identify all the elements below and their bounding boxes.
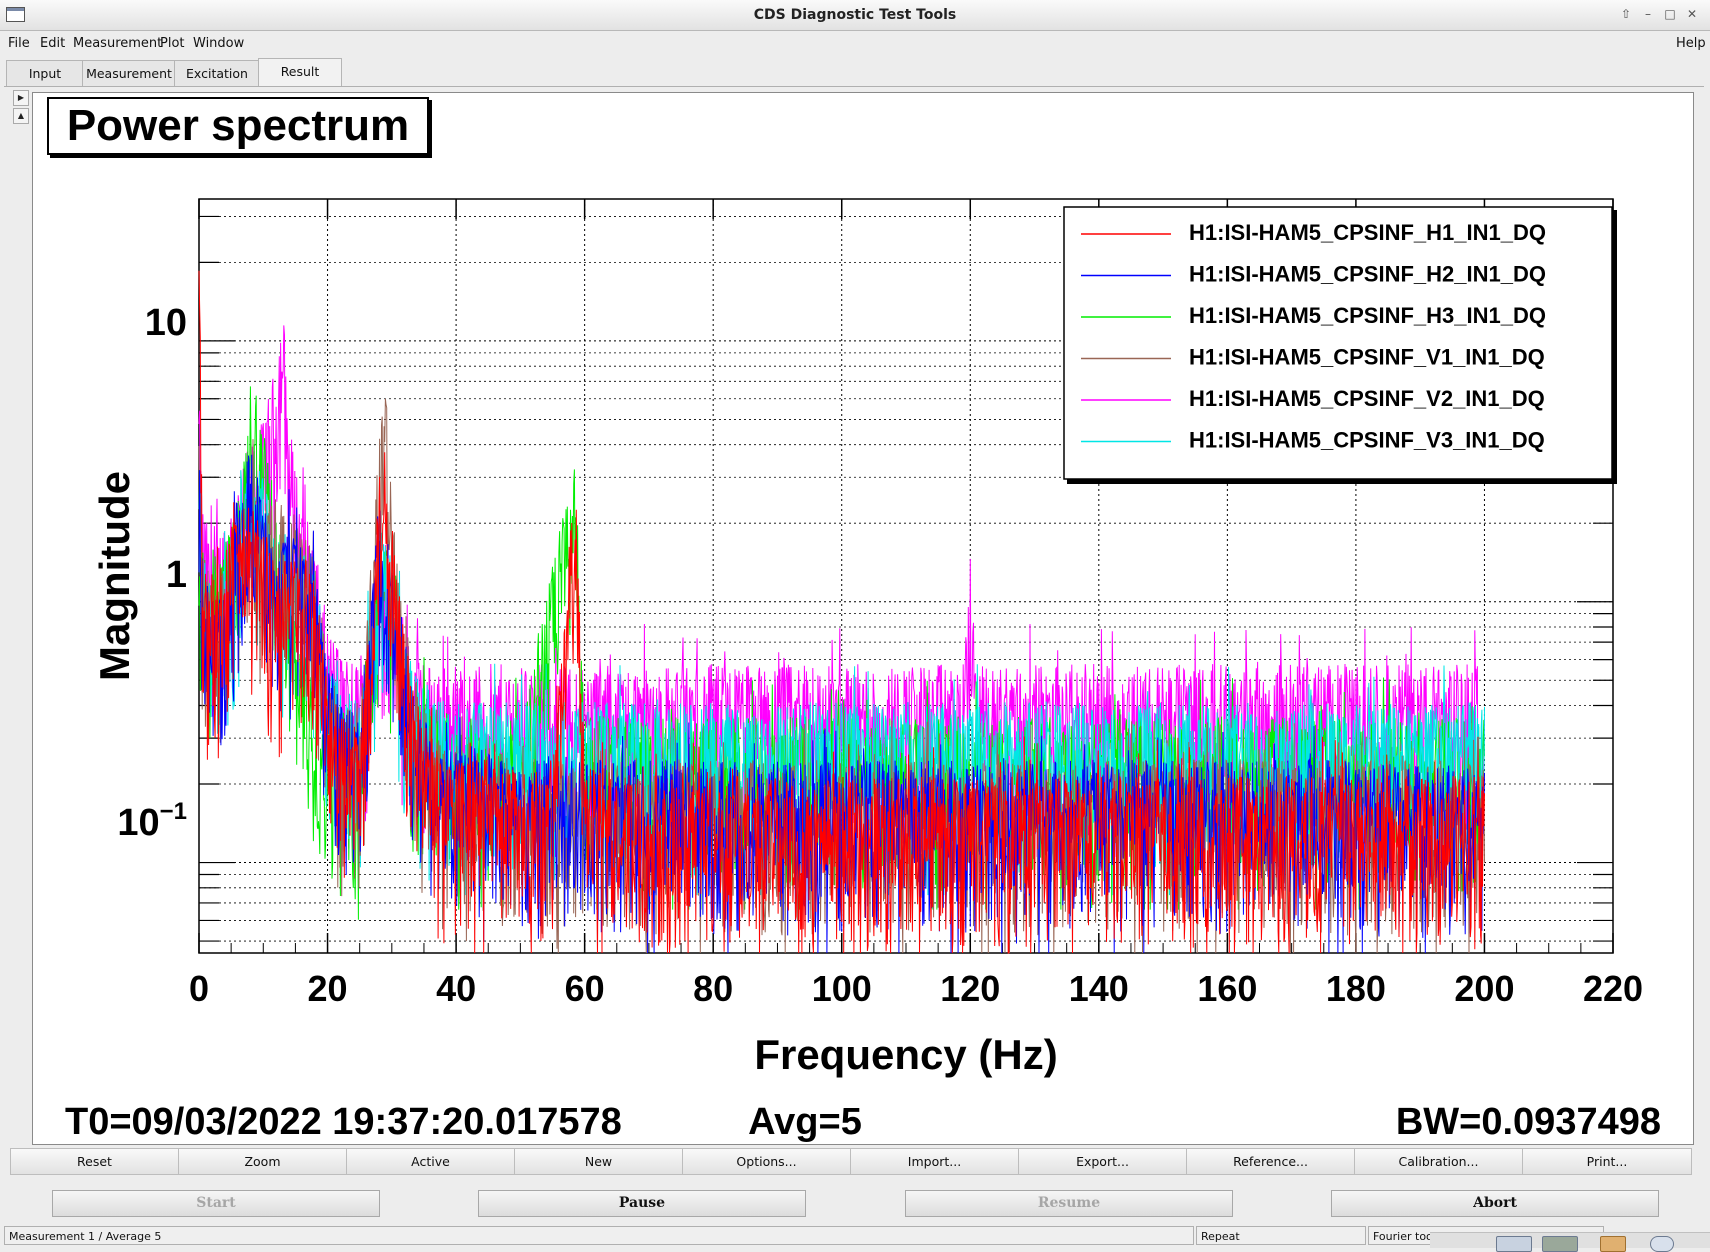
new-button[interactable]: New — [514, 1148, 683, 1175]
calibration-button[interactable]: Calibration... — [1354, 1148, 1523, 1175]
x-tick-label: 20 — [308, 968, 348, 1009]
globe-icon[interactable] — [1650, 1236, 1674, 1252]
tab-excitation[interactable]: Excitation — [174, 60, 260, 86]
x-tick-label: 60 — [565, 968, 605, 1009]
window-list-icon[interactable] — [1496, 1236, 1532, 1252]
start-button[interactable]: Start — [52, 1190, 380, 1217]
plot-canvas[interactable]: Power spectrum 0 20 40 60 80 100 120 140 160 180 2… — [32, 92, 1694, 1145]
resume-button[interactable]: Resume — [905, 1190, 1233, 1217]
minimize-icon[interactable]: – — [1640, 6, 1656, 22]
print-button[interactable]: Print... — [1522, 1148, 1692, 1175]
menu-help[interactable]: Help — [1676, 36, 1706, 51]
window-title: CDS Diagnostic Test Tools — [753, 7, 957, 23]
menu-file[interactable]: File — [8, 36, 30, 51]
collapse-up-icon[interactable]: ▲ — [13, 108, 29, 124]
maximize-icon[interactable]: □ — [1662, 6, 1678, 22]
x-axis-label: Frequency (Hz) — [754, 1031, 1057, 1078]
title-bar: CDS Diagnostic Test Tools ⇧ – □ ✕ — [0, 0, 1710, 31]
x-tick-label: 100 — [812, 968, 872, 1009]
active-button[interactable]: Active — [346, 1148, 515, 1175]
menu-bar: File Edit Measurement Plot Window Help — [0, 31, 1710, 55]
y-tick-label-10: 10 — [145, 302, 187, 344]
reset-button[interactable]: Reset — [10, 1148, 179, 1175]
expand-right-icon[interactable]: ▶ — [13, 90, 29, 106]
abort-button[interactable]: Abort — [1331, 1190, 1659, 1217]
y-axis-label: Magnitude — [91, 471, 138, 681]
x-tick-label: 40 — [436, 968, 476, 1009]
bw-label: BW=0.0937498 — [1396, 1101, 1661, 1143]
status-message: Measurement 1 / Average 5 — [4, 1226, 1194, 1245]
export-button[interactable]: Export... — [1018, 1148, 1187, 1175]
system-tray — [1430, 1232, 1710, 1252]
x-tick-labels: 0 20 40 60 80 100 120 140 160 180 200 220 — [189, 968, 1643, 1009]
legend: H1:ISI-HAM5_CPSINF_H1_IN1_DQ H1:ISI-HAM5_… — [1063, 206, 1617, 484]
command-row: Start Pause Resume Abort — [0, 1190, 1710, 1218]
legend-entry: H1:ISI-HAM5_CPSINF_H3_IN1_DQ — [1189, 303, 1546, 328]
legend-entry: H1:ISI-HAM5_CPSINF_H1_IN1_DQ — [1189, 220, 1546, 245]
avg-label: Avg=5 — [748, 1101, 862, 1143]
window-up-icon[interactable]: ⇧ — [1618, 6, 1634, 22]
status-repeat: Repeat — [1196, 1226, 1366, 1245]
y-tick-label-0.1: 10−1 — [117, 798, 187, 844]
menu-window[interactable]: Window — [193, 36, 244, 51]
x-tick-label: 0 — [189, 968, 209, 1009]
y-tick-label-1: 1 — [166, 554, 187, 596]
legend-entry: H1:ISI-HAM5_CPSINF_V3_IN1_DQ — [1189, 428, 1545, 453]
menu-edit[interactable]: Edit — [40, 36, 65, 51]
zoom-button[interactable]: Zoom — [178, 1148, 347, 1175]
legend-entry: H1:ISI-HAM5_CPSINF_V2_IN1_DQ — [1189, 386, 1545, 411]
tab-input[interactable]: Input — [6, 60, 84, 86]
menu-plot[interactable]: Plot — [160, 36, 185, 51]
close-icon[interactable]: ✕ — [1684, 6, 1700, 22]
tab-divider — [4, 86, 1704, 87]
x-tick-label: 80 — [693, 968, 733, 1009]
t0-label: T0=09/03/2022 19:37:20.017578 — [65, 1101, 622, 1143]
legend-entry: H1:ISI-HAM5_CPSINF_V1_IN1_DQ — [1189, 345, 1545, 370]
monitor-icon[interactable] — [1542, 1236, 1578, 1252]
tab-measurement[interactable]: Measurement — [82, 60, 176, 86]
x-tick-label: 180 — [1326, 968, 1386, 1009]
options-button[interactable]: Options... — [682, 1148, 851, 1175]
menu-measurement[interactable]: Measurement — [73, 36, 162, 51]
import-button[interactable]: Import... — [850, 1148, 1019, 1175]
pause-button[interactable]: Pause — [478, 1190, 806, 1217]
plot-button-row: Reset Zoom Active New Options... Import.… — [10, 1148, 1692, 1175]
reference-button[interactable]: Reference... — [1186, 1148, 1355, 1175]
power-spectrum-chart[interactable]: 0 20 40 60 80 100 120 140 160 180 200 220 10 1 10−1… — [33, 93, 1693, 1144]
x-tick-label: 200 — [1454, 968, 1514, 1009]
x-tick-label: 220 — [1583, 968, 1643, 1009]
x-tick-label: 120 — [940, 968, 1000, 1009]
x-tick-label: 140 — [1069, 968, 1129, 1009]
x-tick-label: 160 — [1197, 968, 1257, 1009]
folder-icon[interactable] — [1600, 1236, 1626, 1252]
tab-result[interactable]: Result — [258, 58, 342, 86]
legend-entry: H1:ISI-HAM5_CPSINF_H2_IN1_DQ — [1189, 262, 1546, 287]
